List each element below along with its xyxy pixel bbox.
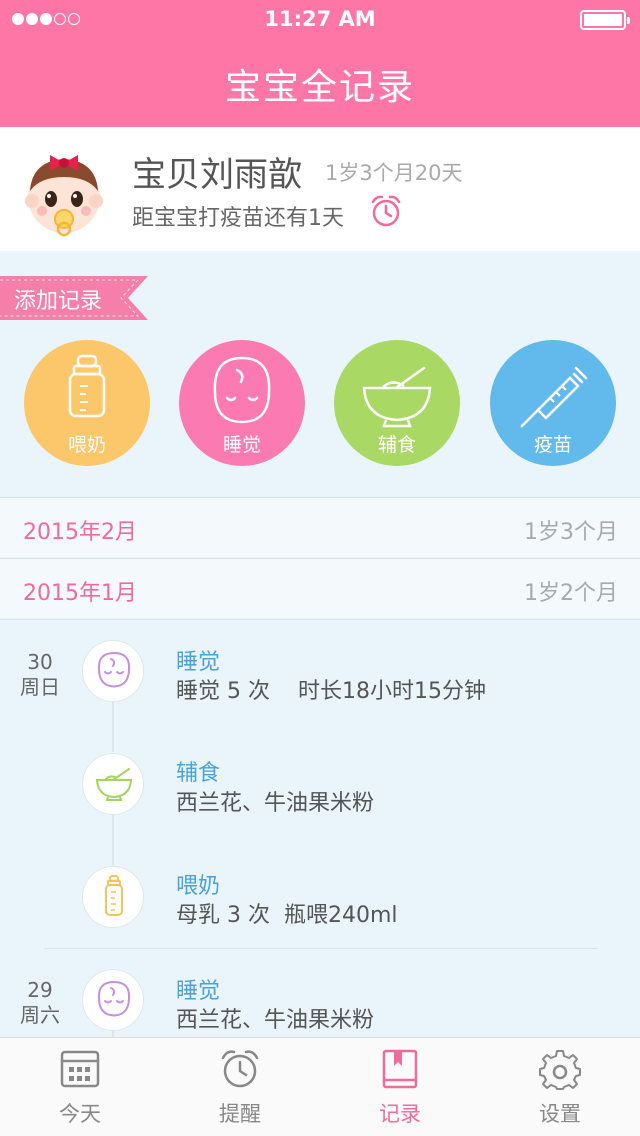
record-book-icon (382, 1049, 418, 1089)
add-vaccine-button[interactable]: 疫苗 (490, 340, 616, 466)
entry-title: 喂奶 (176, 874, 221, 899)
vaccine-reminder-text: 距宝宝打疫苗还有1天 (132, 206, 344, 231)
timeline-connector (112, 815, 114, 865)
entry-title: 辅食 (176, 761, 221, 786)
record-timeline[interactable]: 30 周日 睡觉 睡觉 5 次 时长18小时15分钟 辅食 西兰花、牛油果米粉 … (0, 619, 640, 1037)
card-wave-edge (0, 240, 640, 248)
month-row-jan[interactable]: 2015年1月 1岁2个月 (0, 558, 640, 618)
entry-title: 睡觉 (176, 650, 221, 675)
gear-icon (539, 1050, 581, 1090)
entry-description: 母乳 3 次 瓶喂240ml (176, 903, 398, 928)
entry-description: 西兰花、牛油果米粉 (176, 791, 375, 816)
alarm-clock-icon (221, 1050, 259, 1088)
tab-reminder[interactable]: 提醒 (160, 1038, 320, 1136)
baby-name: 宝贝刘雨歆 (132, 155, 302, 195)
tab-label: 提醒 (219, 1102, 261, 1126)
status-bar: 11:27 AM (0, 0, 640, 40)
tab-label: 设置 (539, 1102, 581, 1126)
sleep-entry-icon (82, 969, 144, 1031)
calendar-icon (60, 1050, 100, 1088)
add-record-label: 添加记录 (14, 289, 103, 314)
month-age: 1岁2个月 (524, 581, 618, 606)
month-label: 2015年1月 (23, 581, 137, 606)
entry-description: 西兰花、牛油果米粉 (176, 1008, 375, 1033)
add-solid-food-button[interactable]: 辅食 (334, 340, 460, 466)
status-time: 11:27 AM (264, 7, 376, 31)
alarm-clock-icon (371, 195, 401, 227)
entry-description: 睡觉 5 次 时长18小时15分钟 (176, 679, 486, 704)
bottom-tab-bar: 今天 提醒 记录 设置 (0, 1037, 640, 1136)
battery-icon (580, 10, 630, 30)
tab-settings[interactable]: 设置 (480, 1038, 640, 1136)
baby-info-card[interactable]: 宝贝刘雨歆 1岁3个月20天 距宝宝打疫苗还有1天 (0, 127, 640, 251)
app-header: 11:27 AM 宝宝全记录 (0, 0, 640, 127)
month-label: 2015年2月 (23, 520, 137, 545)
milk-entry-icon (82, 866, 144, 928)
page-title: 宝宝全记录 (224, 67, 415, 108)
entry-title: 睡觉 (176, 979, 221, 1004)
tab-today[interactable]: 今天 (0, 1038, 160, 1136)
sleep-entry-icon (82, 640, 144, 702)
food-entry-icon (82, 753, 144, 815)
day-date: 30 周日 (20, 650, 60, 699)
month-row-feb[interactable]: 2015年2月 1岁3个月 (0, 497, 640, 557)
tab-label: 记录 (379, 1102, 421, 1126)
day-date: 29 周六 (20, 978, 60, 1027)
feeding-label: 喂奶 (67, 434, 106, 456)
tab-label: 今天 (59, 1102, 101, 1126)
sleep-label: 睡觉 (222, 434, 261, 456)
add-feeding-button[interactable]: 喂奶 (24, 340, 150, 466)
month-age: 1岁3个月 (524, 520, 618, 545)
add-sleep-button[interactable]: 睡觉 (179, 340, 305, 466)
baby-age: 1岁3个月20天 (325, 161, 463, 185)
vaccine-label: 疫苗 (533, 434, 572, 456)
timeline-connector (112, 702, 114, 752)
tab-records[interactable]: 记录 (320, 1038, 480, 1136)
day-separator (44, 948, 597, 949)
baby-avatar (25, 155, 103, 237)
solid-food-label: 辅食 (377, 434, 416, 456)
